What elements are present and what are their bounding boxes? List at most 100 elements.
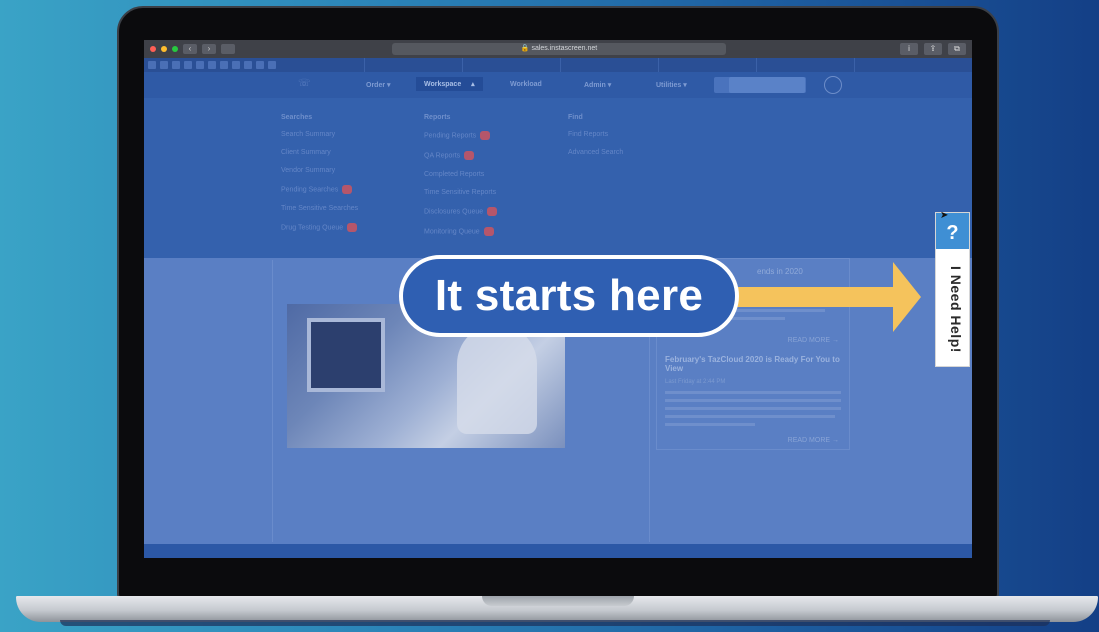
menu-item-label: Time Sensitive Reports	[424, 189, 497, 196]
menu-item-label: Advanced Search	[568, 149, 624, 156]
bookmark-icon[interactable]	[232, 61, 240, 69]
bookmark-icon[interactable]	[184, 61, 192, 69]
nav-label: Workspace	[424, 81, 462, 88]
bookmark-icon[interactable]	[244, 61, 252, 69]
menu-item-label: Pending Reports	[424, 132, 477, 140]
menu-item-label: Pending Searches	[281, 186, 339, 194]
bookmark-icon[interactable]	[208, 61, 216, 69]
nav-order[interactable]: Order ▾	[366, 81, 391, 89]
nav-label: Order	[366, 82, 386, 89]
menu-item-label: Drug Testing Queue	[281, 224, 344, 232]
page-footer	[144, 544, 972, 558]
share-icon[interactable]: ⇪	[924, 43, 942, 55]
browser-tab[interactable]	[756, 58, 854, 72]
bookmark-icon[interactable]	[196, 61, 204, 69]
bookmark-icon[interactable]	[220, 61, 228, 69]
browser-tab[interactable]	[854, 58, 952, 72]
search-input[interactable]	[729, 77, 805, 93]
news-heading: ends in 2020	[757, 267, 803, 276]
help-tab-label[interactable]: I Need Help!	[942, 255, 964, 363]
bookmark-icon[interactable]	[160, 61, 168, 69]
menu-item-label: Vendor Summary	[281, 167, 336, 174]
menu-item-label: Completed Reports	[424, 171, 485, 178]
phone-logo-icon[interactable]: ☏	[298, 78, 311, 89]
menu-item[interactable]: Pending Searches	[281, 185, 358, 194]
nav-utilities[interactable]: Utilities ▾	[656, 81, 687, 89]
menu-heading: Searches	[281, 114, 313, 121]
count-badge	[487, 207, 498, 216]
menu-item[interactable]: QA Reports	[424, 151, 497, 160]
menu-item-label: QA Reports	[424, 152, 461, 160]
browser-tab[interactable]	[462, 58, 560, 72]
count-badge	[347, 223, 358, 232]
info-icon[interactable]: i	[900, 43, 918, 55]
read-more-link[interactable]: READ MORE →	[788, 437, 839, 444]
menu-column-searches: Searches Search Summary Client Summary V…	[281, 114, 358, 243]
bookmark-icon[interactable]	[256, 61, 264, 69]
news-text-line	[665, 423, 755, 426]
news-article-date: Last Friday at 2:44 PM	[665, 379, 726, 385]
nav-admin[interactable]: Admin ▾	[584, 81, 611, 89]
menu-item[interactable]: Advanced Search	[568, 149, 623, 156]
menu-item[interactable]: Disclosures Queue	[424, 207, 498, 216]
menu-item[interactable]: Completed Reports	[424, 171, 497, 178]
browser-tab[interactable]	[364, 58, 462, 72]
menu-item[interactable]: Search Summary	[281, 131, 358, 138]
menu-item[interactable]: Drug Testing Queue	[281, 223, 358, 232]
app-navbar: ☏ Order ▾ Workspace ▴ Workload Admin ▾ U…	[144, 72, 972, 98]
help-tab[interactable]: ? I Need Help!	[935, 212, 970, 367]
close-window-dot[interactable]	[150, 46, 156, 52]
menu-item[interactable]: Vendor Summary	[281, 167, 358, 174]
laptop-base-shadow	[60, 620, 1050, 626]
menu-item-label: Monitoring Queue	[424, 228, 480, 236]
laptop-notch	[482, 596, 634, 606]
callout-pill: It starts here	[399, 255, 739, 337]
zoom-window-dot[interactable]	[172, 46, 178, 52]
browser-toolbar: ‹ › 🔒 sales.instascreen.net i ⇪ ⧉	[144, 40, 972, 58]
lock-icon: 🔒	[520, 45, 530, 52]
menu-item[interactable]: Time Sensitive Reports	[424, 189, 497, 196]
browser-tab[interactable]	[560, 58, 658, 72]
nav-label: Workload	[510, 81, 542, 88]
menu-heading: Reports	[424, 114, 451, 121]
menu-heading: Find	[568, 114, 583, 121]
read-more-link[interactable]: READ MORE →	[788, 337, 839, 344]
menu-column-reports: Reports Pending Reports QA Reports Compl…	[424, 114, 498, 247]
back-icon[interactable]: ‹	[183, 44, 197, 54]
news-text-line	[665, 391, 841, 394]
menu-item[interactable]: Find Reports	[568, 131, 623, 138]
tabs-icon[interactable]: ⧉	[948, 43, 966, 55]
user-avatar[interactable]	[824, 76, 842, 94]
menu-item[interactable]: Time Sensitive Searches	[281, 205, 358, 212]
menu-item[interactable]: Monitoring Queue	[424, 227, 497, 236]
bookmark-icon[interactable]	[172, 61, 180, 69]
menu-item-label: Disclosures Queue	[424, 208, 484, 216]
menu-item-label: Search Summary	[281, 131, 336, 138]
nav-workload[interactable]: Workload	[510, 81, 542, 88]
menu-column-find: Find Find Reports Advanced Search	[568, 114, 623, 167]
browser-tab[interactable]	[658, 58, 756, 72]
bookmark-icon[interactable]	[268, 61, 276, 69]
bookmark-icon[interactable]	[148, 61, 156, 69]
count-badge	[480, 131, 491, 140]
nav-label: Utilities	[656, 82, 682, 89]
news-text-line	[665, 399, 841, 402]
menu-item-label: Find Reports	[568, 131, 609, 138]
forward-icon[interactable]: ›	[202, 44, 216, 54]
minimize-window-dot[interactable]	[161, 46, 167, 52]
person-image	[457, 324, 537, 434]
arrow-shaft	[733, 287, 898, 307]
count-badge	[464, 151, 475, 160]
news-text-line	[665, 407, 841, 410]
menu-item[interactable]: Pending Reports	[424, 131, 497, 140]
arrow-right-icon	[893, 262, 921, 332]
menu-item[interactable]: Client Summary	[281, 149, 358, 156]
sidebar-icon[interactable]	[221, 44, 235, 54]
nav-workspace[interactable]: Workspace ▴	[416, 77, 483, 91]
news-article-title[interactable]: February's TazCloud 2020 is Ready For Yo…	[665, 355, 843, 373]
url-text: sales.instascreen.net	[531, 45, 598, 52]
count-badge	[342, 185, 353, 194]
computer-monitor-image	[307, 318, 385, 392]
url-bar[interactable]: 🔒 sales.instascreen.net	[392, 43, 726, 55]
count-badge	[483, 227, 494, 236]
